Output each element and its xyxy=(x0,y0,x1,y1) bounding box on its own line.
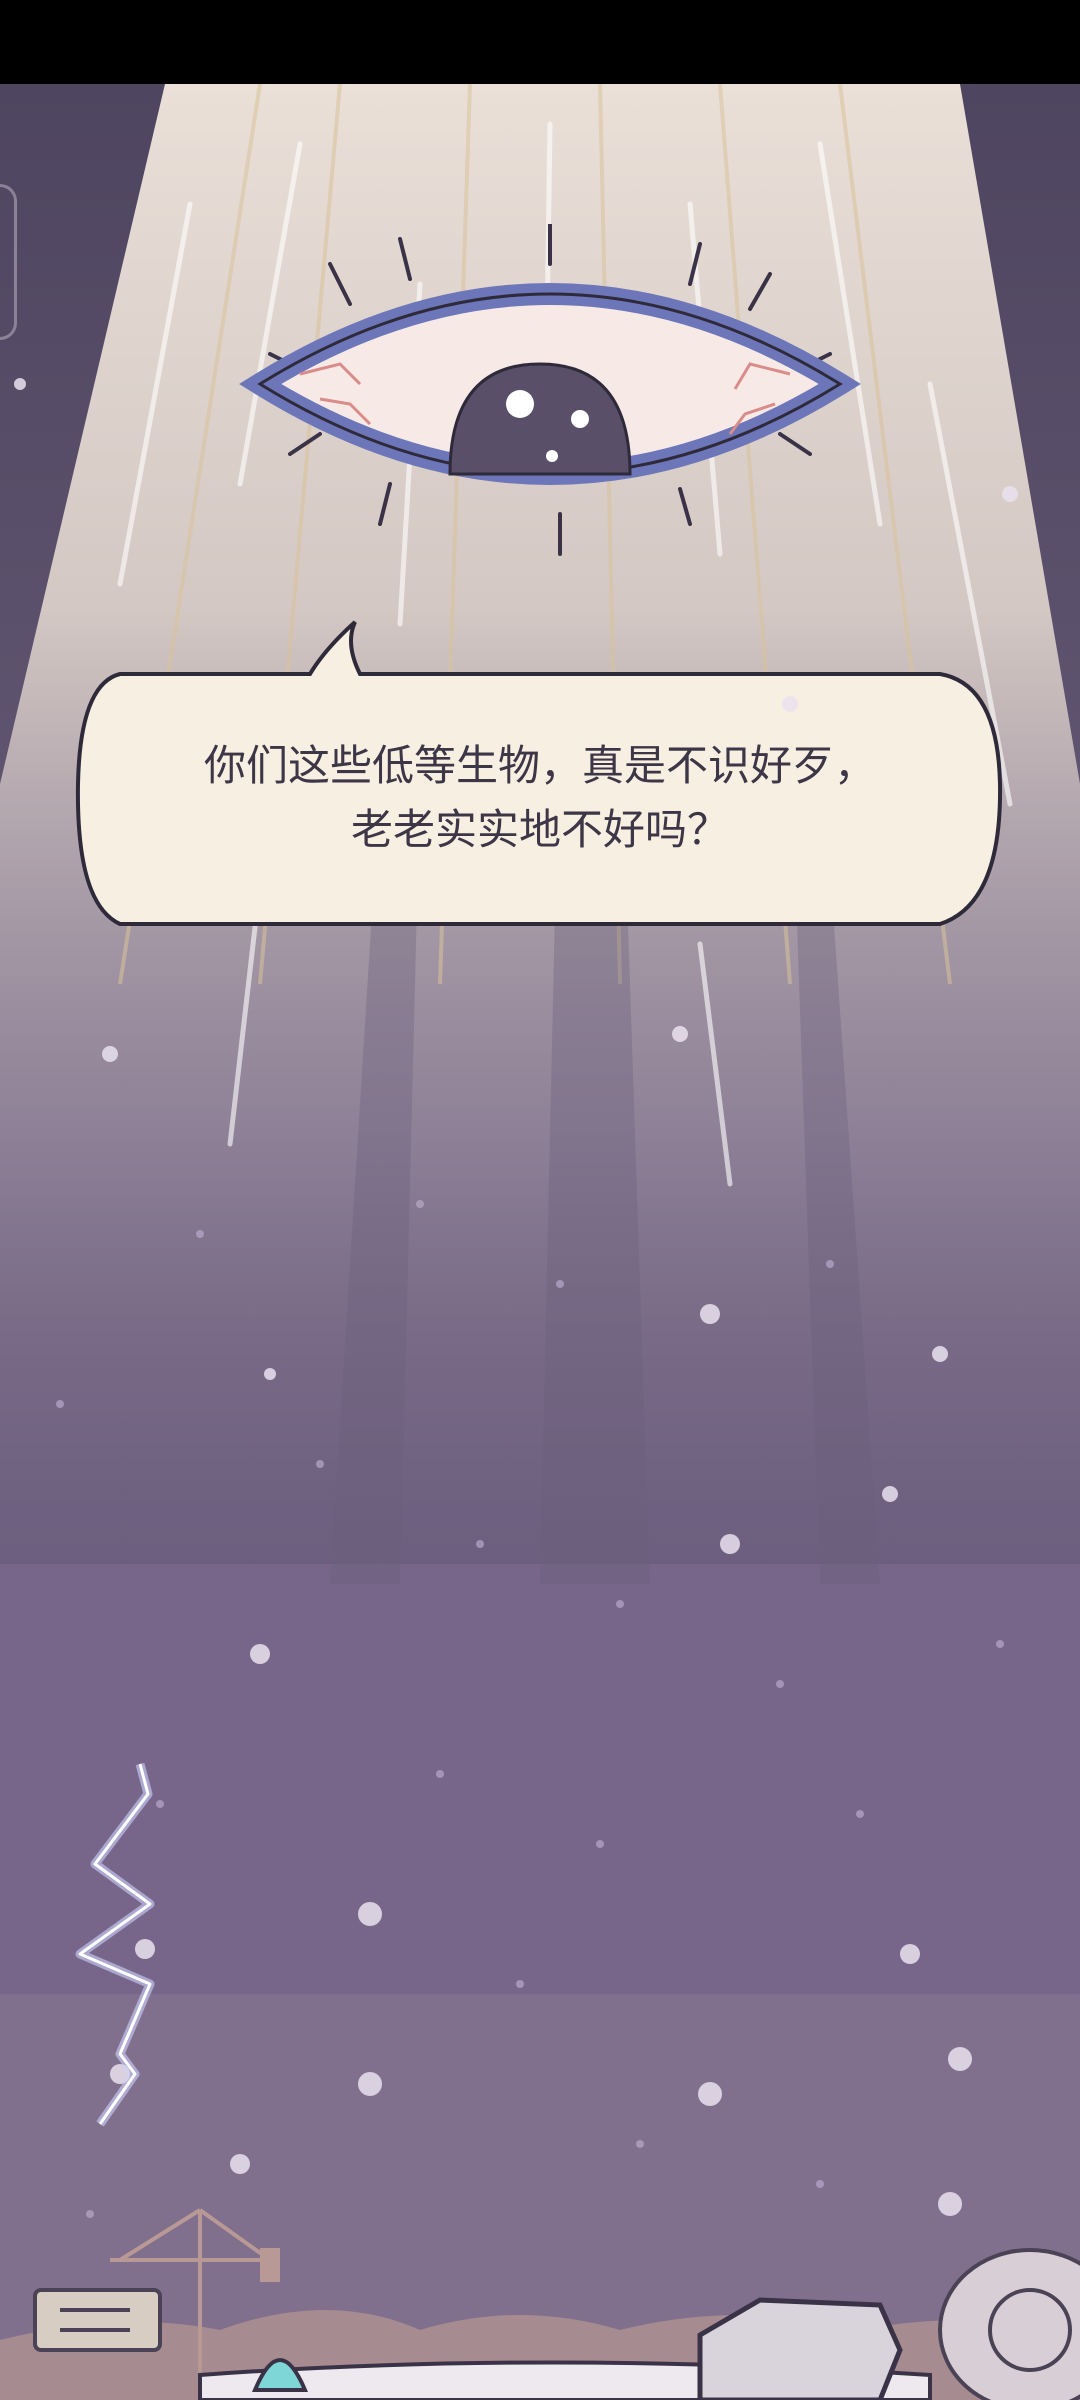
game-screen: 你们这些低等生物，真是不识好歹， 老老实实地不好吗？ xyxy=(0,0,1080,2400)
status-bar xyxy=(0,0,1080,84)
sign-icon[interactable] xyxy=(30,2285,170,2365)
game-scene[interactable]: 你们这些低等生物，真是不识好歹， 老老实实地不好吗？ xyxy=(0,84,1080,2400)
lightning-bolt-icon xyxy=(75,1762,155,2127)
rock-icon xyxy=(697,2297,903,2400)
dome-icon xyxy=(938,2248,1080,2400)
